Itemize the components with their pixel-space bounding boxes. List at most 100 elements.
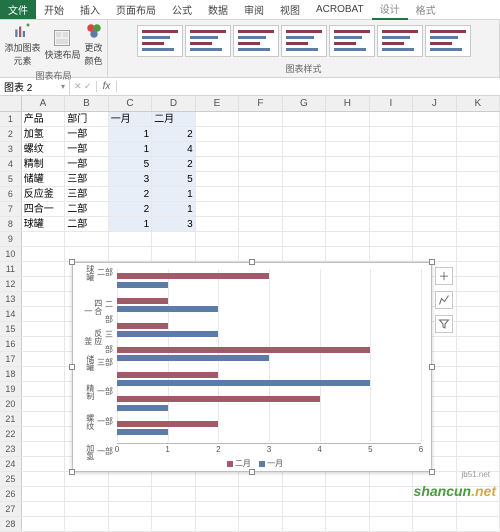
chevron-down-icon[interactable]: ▾ <box>61 82 65 91</box>
cell[interactable] <box>370 217 413 231</box>
row-header[interactable]: 7 <box>0 202 22 216</box>
cell[interactable]: 一部 <box>65 127 108 141</box>
cell[interactable] <box>109 247 152 261</box>
row-header[interactable]: 14 <box>0 307 22 321</box>
cell[interactable] <box>413 142 456 156</box>
resize-handle[interactable] <box>429 259 435 265</box>
cell[interactable] <box>370 187 413 201</box>
cell[interactable]: 加氢 <box>22 127 65 141</box>
resize-handle[interactable] <box>69 259 75 265</box>
cell[interactable] <box>370 112 413 126</box>
cell[interactable] <box>22 247 65 261</box>
cell[interactable]: 三部 <box>65 172 108 186</box>
cell[interactable] <box>326 472 369 486</box>
chart-bar[interactable] <box>117 273 269 279</box>
cell[interactable] <box>196 202 239 216</box>
cell[interactable] <box>109 232 152 246</box>
cell[interactable] <box>239 487 282 501</box>
cell[interactable] <box>239 517 282 531</box>
cell[interactable] <box>196 517 239 531</box>
cell[interactable] <box>22 352 65 366</box>
cell[interactable] <box>370 172 413 186</box>
cell[interactable] <box>283 487 326 501</box>
row-header[interactable]: 17 <box>0 352 22 366</box>
chart-bar[interactable] <box>117 380 370 386</box>
cell[interactable] <box>457 367 500 381</box>
cell[interactable] <box>283 517 326 531</box>
cell[interactable] <box>457 217 500 231</box>
resize-handle[interactable] <box>249 469 255 475</box>
cell[interactable] <box>65 232 108 246</box>
row-header[interactable]: 23 <box>0 442 22 456</box>
row-header[interactable]: 28 <box>0 517 22 531</box>
cell[interactable] <box>457 127 500 141</box>
cell[interactable] <box>239 217 282 231</box>
cell[interactable]: 精制 <box>22 157 65 171</box>
cell[interactable] <box>239 472 282 486</box>
row-header[interactable]: 4 <box>0 157 22 171</box>
cell[interactable] <box>457 112 500 126</box>
cell[interactable] <box>152 502 195 516</box>
cell[interactable] <box>283 142 326 156</box>
cell[interactable] <box>239 232 282 246</box>
row-header[interactable]: 2 <box>0 127 22 141</box>
cell[interactable] <box>413 112 456 126</box>
chart-object[interactable]: 0123456 二月 一月 ＋ 球罐 二部四合一 二部反应釜 三部储罐 三部精制… <box>72 262 432 472</box>
cell[interactable] <box>22 502 65 516</box>
cell[interactable] <box>65 517 108 531</box>
cell[interactable] <box>457 307 500 321</box>
chart-style-6[interactable] <box>377 25 423 57</box>
cell[interactable] <box>370 202 413 216</box>
cell[interactable] <box>326 112 369 126</box>
cell[interactable]: 二月 <box>152 112 195 126</box>
cell[interactable] <box>457 247 500 261</box>
cell[interactable] <box>370 142 413 156</box>
cell[interactable] <box>239 127 282 141</box>
tab-file[interactable]: 文件 <box>0 0 36 19</box>
cell[interactable]: 二部 <box>65 202 108 216</box>
cell[interactable]: 部门 <box>65 112 108 126</box>
cell[interactable] <box>457 517 500 531</box>
cell[interactable] <box>196 187 239 201</box>
cell[interactable] <box>457 232 500 246</box>
cell[interactable] <box>457 187 500 201</box>
cell[interactable]: 1 <box>109 127 152 141</box>
cell[interactable] <box>283 187 326 201</box>
cell[interactable] <box>413 202 456 216</box>
cell[interactable] <box>152 487 195 501</box>
tab-data[interactable]: 数据 <box>200 0 236 19</box>
col-header[interactable]: D <box>152 96 195 111</box>
cell[interactable] <box>457 157 500 171</box>
cell[interactable] <box>413 157 456 171</box>
cell[interactable] <box>457 352 500 366</box>
cell[interactable] <box>196 502 239 516</box>
chart-style-5[interactable] <box>329 25 375 57</box>
cell[interactable]: 5 <box>152 172 195 186</box>
cell[interactable] <box>196 157 239 171</box>
cell[interactable] <box>22 277 65 291</box>
cell[interactable] <box>22 442 65 456</box>
cell[interactable] <box>326 202 369 216</box>
cell[interactable] <box>457 172 500 186</box>
col-header[interactable]: C <box>109 96 152 111</box>
col-header[interactable]: B <box>65 96 108 111</box>
change-colors-button[interactable]: 更改 颜色 <box>85 22 103 67</box>
cell[interactable] <box>283 247 326 261</box>
cell[interactable] <box>457 397 500 411</box>
cell[interactable]: 2 <box>109 187 152 201</box>
cell[interactable] <box>22 337 65 351</box>
cell[interactable] <box>283 502 326 516</box>
row-header[interactable]: 5 <box>0 172 22 186</box>
cell[interactable] <box>283 157 326 171</box>
cell[interactable] <box>196 247 239 261</box>
cell[interactable] <box>22 472 65 486</box>
cell[interactable] <box>283 232 326 246</box>
cell[interactable] <box>326 127 369 141</box>
cell[interactable] <box>326 247 369 261</box>
cell[interactable] <box>22 412 65 426</box>
cell[interactable] <box>326 142 369 156</box>
chart-bar[interactable] <box>117 298 168 304</box>
cell[interactable]: 1 <box>109 217 152 231</box>
chart-style-7[interactable] <box>425 25 471 57</box>
cell[interactable] <box>239 172 282 186</box>
